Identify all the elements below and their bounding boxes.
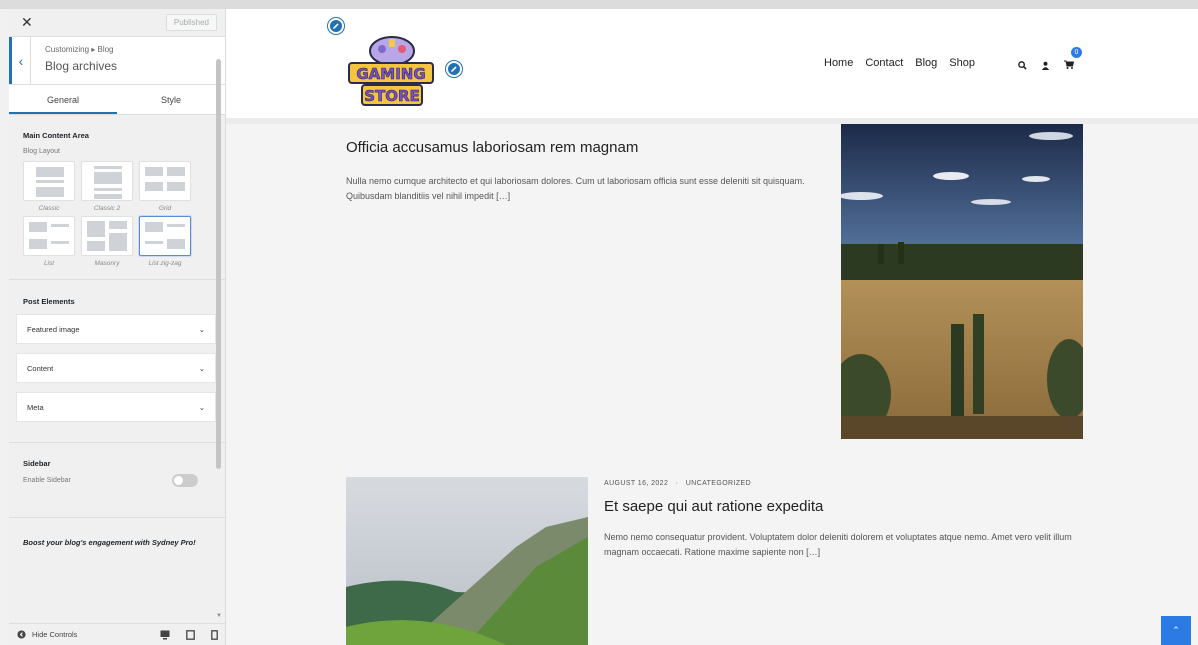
post-date[interactable]: AUGUST 16, 2022 [604, 480, 668, 487]
layout-label: List zig-zag [148, 260, 182, 267]
nav-item-blog[interactable]: Blog [915, 57, 937, 69]
chevron-down-icon: ⌄ [198, 324, 205, 334]
close-icon[interactable]: ✕ [21, 14, 33, 31]
customizer-topbar: ✕ Published [9, 9, 225, 37]
layout-label: Classic [38, 205, 60, 212]
chevron-down-icon: ⌄ [198, 402, 205, 412]
post-element-content[interactable]: Content ⌄ [16, 353, 216, 383]
enable-sidebar-toggle[interactable] [172, 474, 198, 487]
publish-button[interactable]: Published [165, 14, 217, 31]
layout-thumbnail [81, 161, 133, 201]
post-title[interactable]: Et saepe qui aut ratione expedita [604, 498, 1094, 515]
back-button[interactable]: ‹ [9, 37, 31, 84]
chevron-left-icon: ‹ [18, 52, 24, 69]
section-title: Blog archives [45, 59, 118, 73]
post-title[interactable]: Officia accusamus laboriosam rem magnam [346, 139, 816, 156]
layout-label: Classic 2 [93, 205, 121, 212]
account-icon[interactable] [1041, 61, 1050, 70]
post-featured-image[interactable] [346, 477, 588, 645]
layout-option-classic[interactable]: Classic [23, 161, 75, 212]
post-excerpt: Nemo nemo consequatur provident. Volupta… [604, 532, 1072, 557]
scroll-to-top-button[interactable]: ⌃ [1161, 616, 1191, 645]
layout-option-list-zig-zag[interactable]: List zig-zag [139, 216, 191, 267]
layout-label: Grid [158, 205, 172, 212]
tab-general[interactable]: General [9, 85, 117, 114]
pencil-icon [451, 66, 457, 72]
layout-thumbnail [23, 161, 75, 201]
hide-controls-button[interactable]: Hide Controls [17, 630, 77, 639]
breadcrumb: ‹ Customizing ▸ Blog Blog archives [9, 37, 225, 85]
layout-option-grid[interactable]: Grid [139, 161, 191, 212]
scroll-down-arrow[interactable]: ▼ [216, 613, 222, 619]
post-element-meta[interactable]: Meta ⌄ [16, 392, 216, 422]
main-navigation: Home Contact Blog Shop [824, 57, 975, 69]
nav-item-shop[interactable]: Shop [949, 57, 975, 69]
dropdown-label: Featured image [27, 324, 80, 334]
layout-label: List [43, 260, 55, 267]
cart-icon [1064, 60, 1075, 69]
layout-option-classic-2[interactable]: Classic 2 [81, 161, 133, 212]
layout-label: Masonry [94, 260, 120, 267]
post-excerpt: Nulla nemo cumque architecto et qui labo… [346, 176, 805, 201]
blog-layout-label: Blog Layout [23, 148, 60, 155]
layout-thumbnail [139, 161, 191, 201]
layout-thumbnail [23, 216, 75, 256]
post-featured-image[interactable] [841, 124, 1083, 439]
site-header: GAMING STORE Home Contact Blog Shop 0 [226, 9, 1198, 124]
site-logo[interactable]: GAMING STORE [346, 29, 436, 111]
search-icon[interactable] [1018, 60, 1027, 70]
cart-count-badge: 0 [1071, 47, 1082, 58]
collapse-icon [17, 630, 26, 639]
dropdown-label: Meta [27, 402, 44, 412]
main-content-heading: Main Content Area [23, 131, 89, 140]
customizer-footer: Hide Controls [9, 623, 225, 645]
cart-button[interactable]: 0 [1064, 47, 1082, 74]
logo-text-line-2: STORE [364, 87, 420, 105]
panel-scrollbar[interactable] [216, 59, 221, 469]
breadcrumb-path: Customizing ▸ Blog [45, 45, 114, 54]
sidebar-heading: Sidebar [23, 459, 51, 468]
customizer-panel: ✕ Published ‹ Customizing ▸ Blog Blog ar… [9, 9, 226, 645]
nav-item-contact[interactable]: Contact [865, 57, 903, 69]
layout-option-list[interactable]: List [23, 216, 75, 267]
pro-upsell-text: Boost your blog's engagement with Sydney… [23, 538, 196, 547]
dropdown-label: Content [27, 363, 54, 373]
logo-text-line-1: GAMING [356, 65, 425, 83]
mobile-preview-icon[interactable] [211, 629, 218, 640]
edit-shortcut-header[interactable] [446, 61, 462, 77]
chevron-down-icon: ⌄ [198, 363, 205, 373]
post-elements-heading: Post Elements [23, 297, 75, 306]
enable-sidebar-label: Enable Sidebar [23, 477, 71, 484]
layout-thumbnail [139, 216, 191, 256]
layout-option-masonry[interactable]: Masonry [81, 216, 133, 267]
chevron-up-icon: ⌃ [1172, 625, 1180, 635]
post-category[interactable]: UNCATEGORIZED [686, 480, 751, 487]
post-meta: AUGUST 16, 2022 · UNCATEGORIZED [604, 480, 1094, 487]
layout-thumbnail [81, 216, 133, 256]
desktop-preview-icon[interactable] [160, 630, 170, 640]
nav-item-home[interactable]: Home [824, 57, 853, 69]
tablet-preview-icon[interactable] [186, 629, 195, 640]
meta-separator: · [675, 480, 679, 487]
tab-style[interactable]: Style [117, 85, 225, 114]
blog-layout-options: Classic Classic 2 Grid List Masonry List… [23, 161, 211, 267]
hide-controls-label: Hide Controls [32, 630, 78, 639]
panel-tabs: General Style [9, 85, 225, 115]
post-element-featured-image[interactable]: Featured image ⌄ [16, 314, 216, 344]
edit-shortcut-logo[interactable] [328, 18, 344, 34]
header-icons: 0 [1018, 47, 1082, 74]
site-preview: GAMING STORE Home Contact Blog Shop 0 Of… [226, 9, 1198, 645]
pencil-icon [333, 23, 339, 29]
